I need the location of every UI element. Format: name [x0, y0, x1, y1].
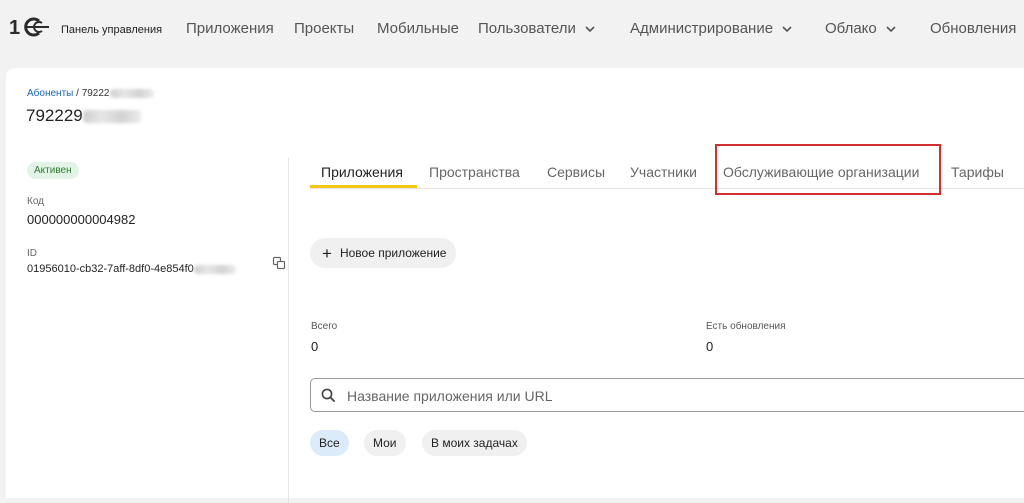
tab-spaces[interactable]: Пространства [429, 164, 520, 180]
chevron-down-icon [585, 26, 595, 33]
highlight-annotation-box [715, 144, 941, 195]
filter-chip-mine[interactable]: Мои [364, 430, 406, 456]
breadcrumb-current: 79222 [81, 88, 110, 99]
tab-participants[interactable]: Участники [630, 164, 697, 180]
page-title: 792229 [26, 106, 141, 126]
search-input[interactable] [345, 385, 949, 407]
tab-services[interactable]: Сервисы [547, 164, 605, 180]
vertical-divider [288, 158, 289, 503]
top-navigation-bar: 1 Панель управления Приложения Проекты М… [0, 0, 1024, 58]
code-value: 000000000004982 [27, 212, 136, 227]
nav-item-users[interactable]: Пользователи [478, 20, 596, 37]
svg-text:1: 1 [9, 17, 20, 38]
breadcrumb: Абоненты / 79222 [27, 88, 154, 99]
stat-total-value: 0 [311, 339, 319, 354]
status-badge: Активен [27, 162, 79, 179]
search-box [310, 378, 1024, 412]
id-value: 01956010-cb32-7aff-8df0-4e854f0 [27, 263, 236, 275]
stat-updates-value: 0 [706, 339, 714, 354]
app-title: Панель управления [61, 24, 163, 36]
1c-logo[interactable]: 1 [9, 16, 49, 38]
nav-item-administration[interactable]: Администрирование [630, 20, 793, 37]
search-icon [321, 388, 336, 403]
code-label: Код [27, 196, 45, 207]
nav-item-mobile[interactable]: Мобильные [377, 20, 459, 37]
nav-item-updates[interactable]: Обновления [930, 20, 1016, 37]
chevron-down-icon [886, 26, 896, 33]
breadcrumb-link-subscribers[interactable]: Абоненты [27, 88, 73, 99]
new-application-button[interactable]: + Новое приложение [310, 238, 457, 268]
redacted-text [193, 264, 236, 274]
stat-updates-label: Есть обновления [706, 321, 786, 332]
main-card: Абоненты / 79222 792229 Активен Код 0000… [6, 68, 1024, 503]
nav-item-cloud[interactable]: Облако [825, 20, 897, 37]
tab-applications[interactable]: Приложения [321, 164, 403, 180]
tab-tariffs[interactable]: Тарифы [951, 164, 1004, 180]
redacted-text [82, 110, 141, 124]
nav-item-applications[interactable]: Приложения [186, 20, 274, 37]
id-label: ID [27, 248, 37, 259]
chevron-down-icon [782, 26, 792, 33]
filter-chip-all[interactable]: Все [310, 430, 349, 456]
filter-chip-my-tasks[interactable]: В моих задачах [422, 430, 527, 456]
redacted-text [109, 88, 154, 98]
plus-icon: + [322, 243, 332, 263]
nav-item-projects[interactable]: Проекты [294, 20, 354, 37]
stat-total-label: Всего [311, 321, 338, 332]
copy-icon[interactable] [272, 256, 286, 270]
